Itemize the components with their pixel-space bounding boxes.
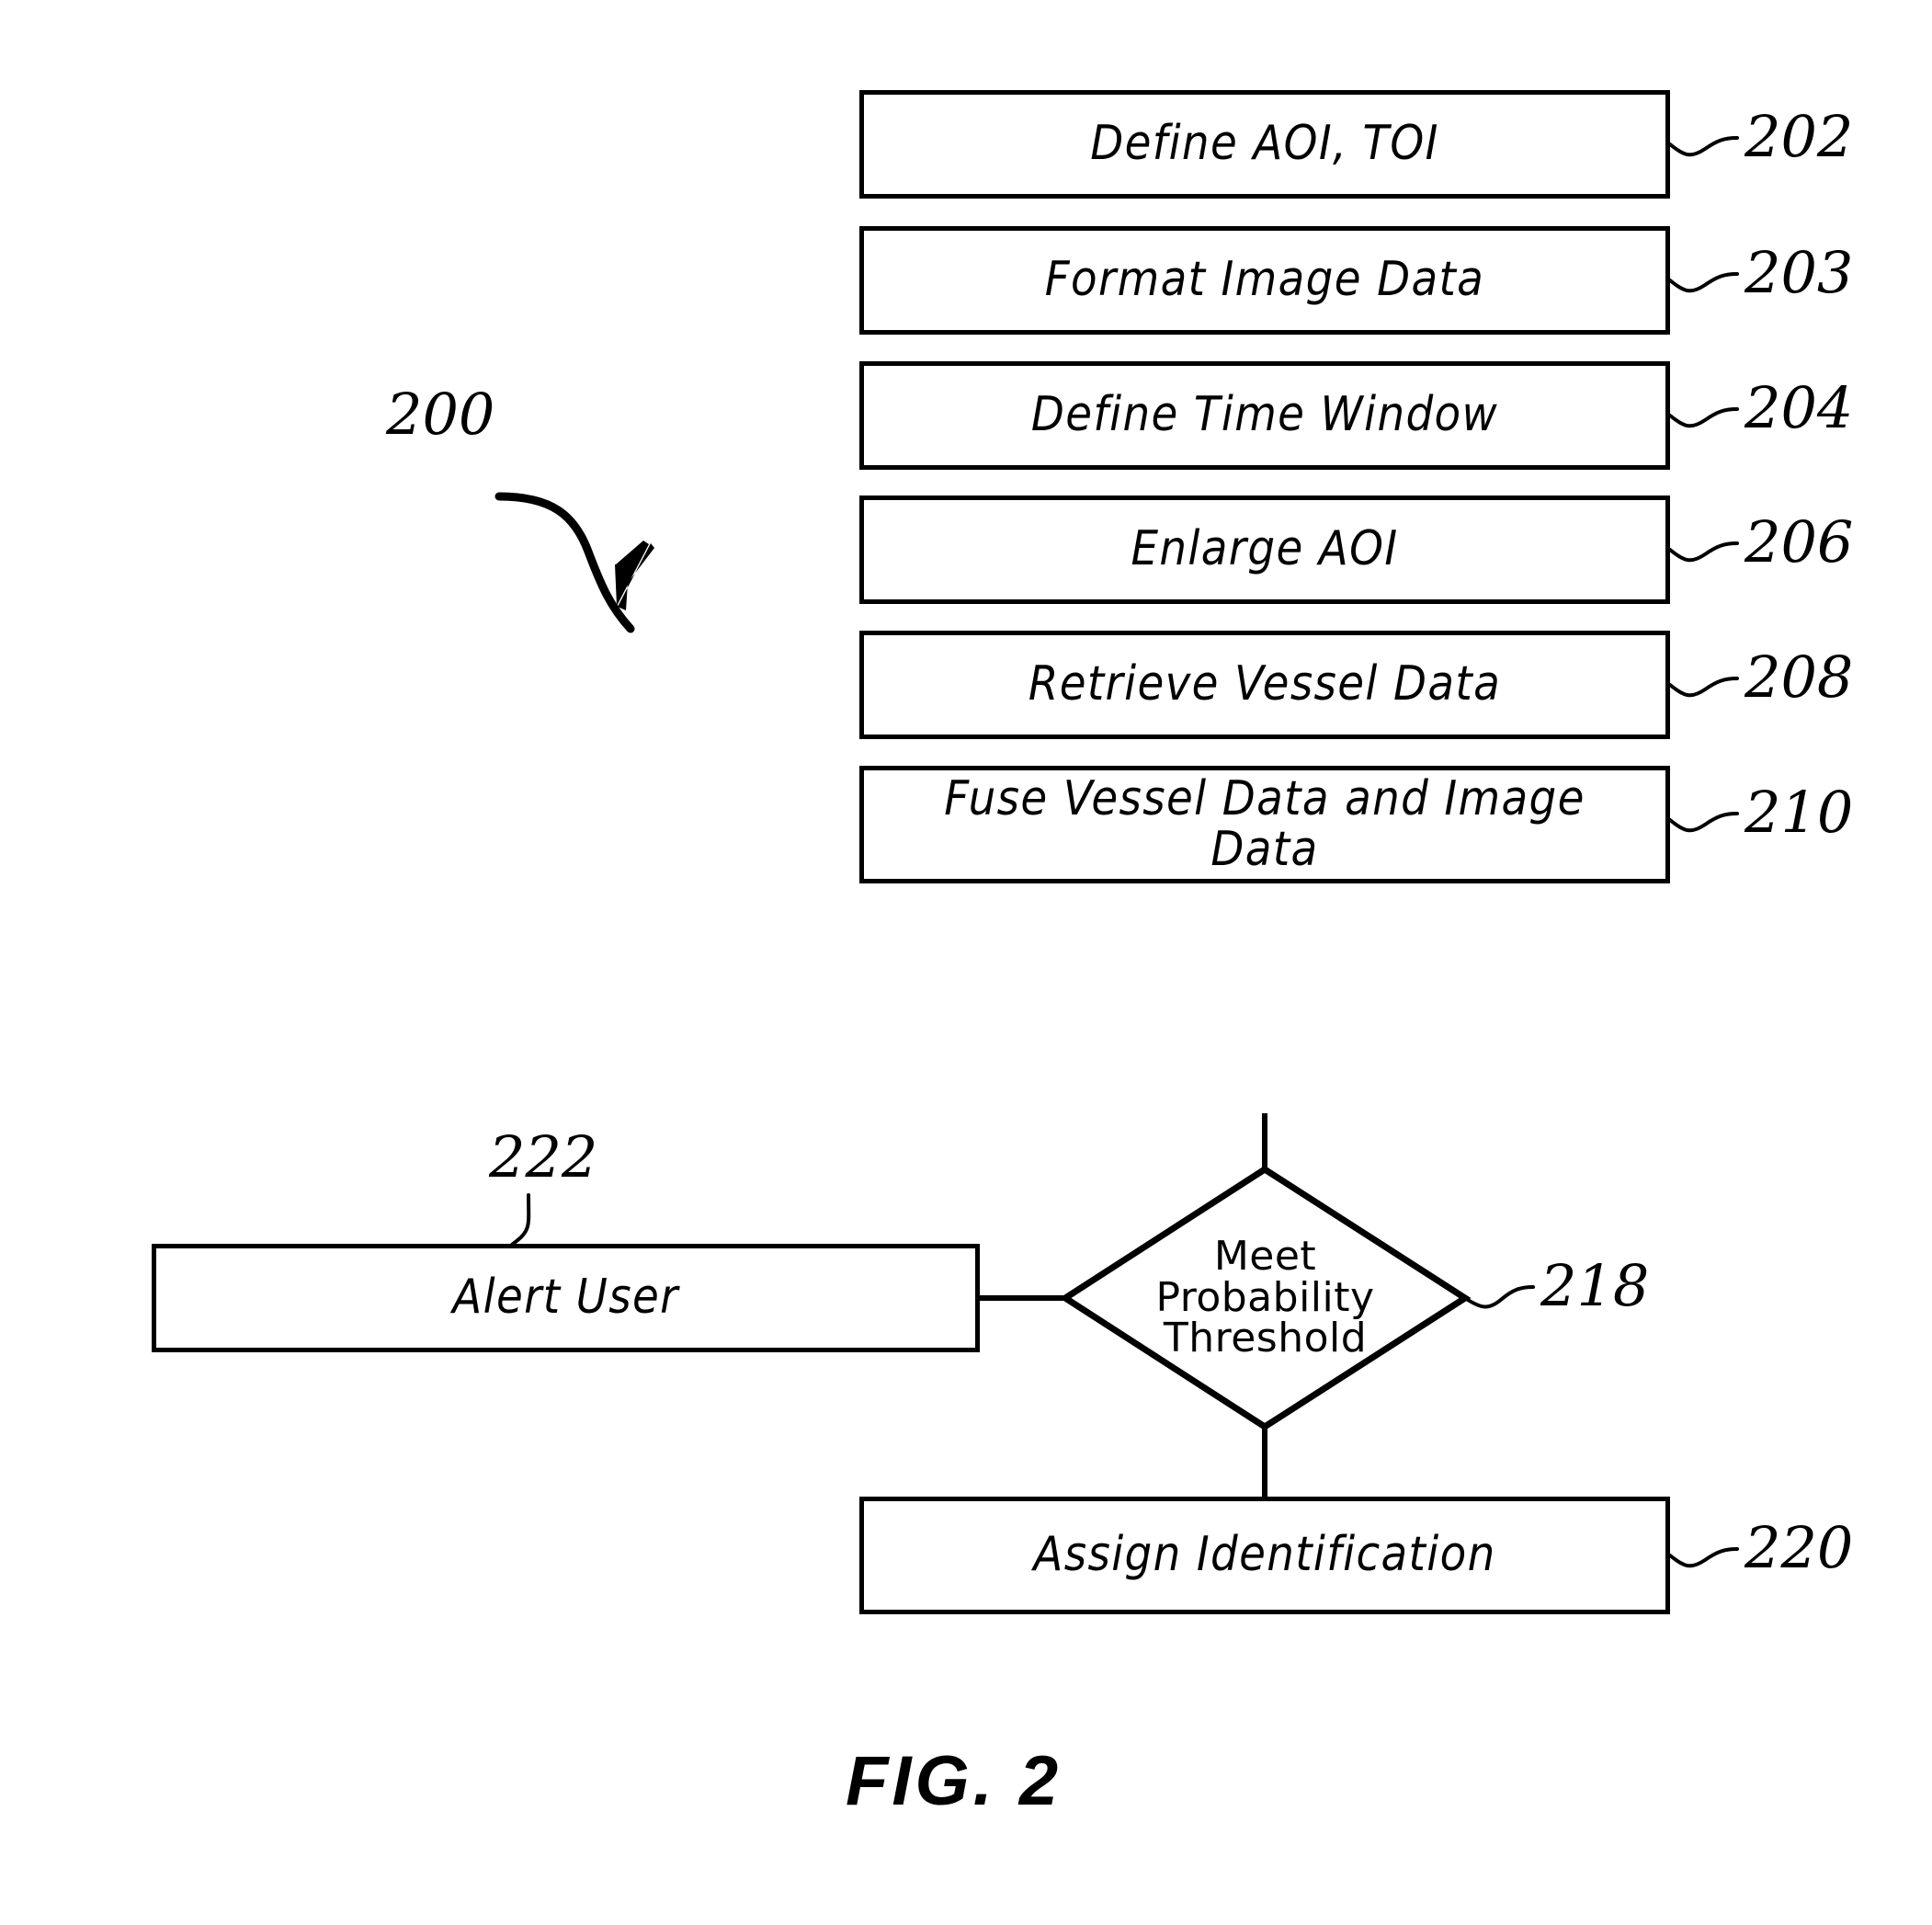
leader-line-208 [1668, 677, 1739, 698]
process-box-label: Define AOI, TOI [1090, 116, 1439, 172]
process-box-label: Define Time Window [1030, 387, 1499, 443]
process-box-label: Alert User [452, 1270, 679, 1326]
process-box-label: Assign Identification [1033, 1527, 1496, 1583]
reference-numeral-202: 202 [1744, 103, 1854, 170]
diagram-ref-arrowhead-fill [618, 543, 654, 610]
process-box-label: Fuse Vessel Data and Image Data [944, 770, 1585, 877]
reference-numeral-208: 208 [1744, 644, 1854, 711]
leader-line-202 [1668, 136, 1739, 157]
reference-numeral-222: 222 [489, 1123, 598, 1190]
decision-diamond-text-wrap: Meet Probability Threshold [1065, 1169, 1465, 1427]
process-box-label: Format Image Data [1044, 252, 1485, 308]
leader-line-206 [1668, 541, 1739, 563]
reference-numeral-210: 210 [1744, 779, 1854, 846]
process-box-define-aoi-toi[interactable]: Define AOI, TOI [859, 90, 1670, 199]
process-box-format-image-data[interactable]: Format Image Data [859, 226, 1670, 335]
process-box-assign-identification[interactable]: Assign Identification [859, 1497, 1670, 1614]
reference-numeral-220: 220 [1744, 1514, 1854, 1581]
figure-caption: FIG. 2 [846, 1742, 1063, 1820]
leader-line-220 [1668, 1547, 1739, 1568]
reference-numeral-203: 203 [1744, 239, 1854, 306]
reference-numeral-218: 218 [1540, 1252, 1650, 1319]
process-box-retrieve-vessel-data[interactable]: Retrieve Vessel Data [859, 631, 1670, 739]
process-box-enlarge-aoi[interactable]: Enlarge AOI [859, 495, 1670, 604]
patent-figure-2: Define AOI, TOI Format Image Data Define… [0, 0, 1932, 1925]
diagram-ref-arrow [494, 492, 635, 633]
diagram-ref-arrowhead [615, 541, 649, 606]
decision-diamond-label: Meet Probability Threshold [1155, 1232, 1375, 1362]
reference-numeral-200: 200 [386, 381, 495, 448]
leader-line-204 [1668, 407, 1739, 428]
process-box-label: Enlarge AOI [1131, 521, 1399, 577]
process-box-alert-user[interactable]: Alert User [152, 1244, 980, 1352]
decision-diamond[interactable]: Meet Probability Threshold [1065, 1169, 1465, 1427]
process-box-define-time-window[interactable]: Define Time Window [859, 361, 1670, 470]
process-box-fuse-vessel-and-image-data[interactable]: Fuse Vessel Data and Image Data [859, 766, 1670, 883]
process-box-label: Retrieve Vessel Data [1028, 656, 1502, 712]
reference-numeral-204: 204 [1744, 374, 1854, 441]
leader-line-203 [1668, 272, 1739, 293]
leader-line-210 [1668, 812, 1739, 833]
reference-numeral-206: 206 [1744, 508, 1854, 575]
leader-line-218 [1463, 1285, 1535, 1309]
